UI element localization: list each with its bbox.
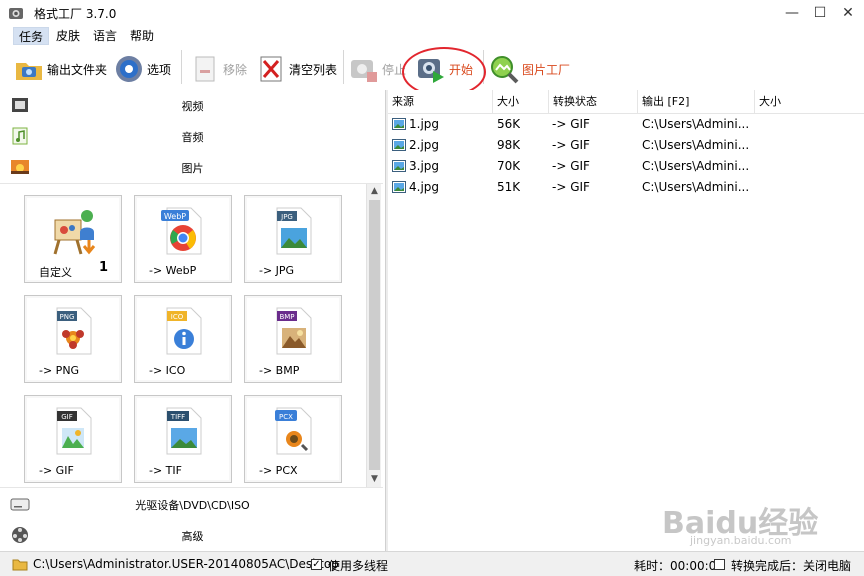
- tile-pcx[interactable]: PCX -> PCX: [244, 395, 342, 483]
- remove-icon: [195, 56, 215, 82]
- menu-task[interactable]: 任务: [13, 27, 50, 45]
- webp-icon: WebP: [161, 207, 202, 255]
- category-advanced[interactable]: 高级: [0, 520, 385, 550]
- bmp-icon: BMP: [276, 307, 312, 355]
- ico-icon: ICO: [166, 307, 202, 355]
- column-source[interactable]: 来源: [388, 90, 493, 114]
- menu-help[interactable]: 帮助: [125, 27, 159, 45]
- file-row[interactable]: 4.jpg 51K -> GIF C:\Users\Admini...: [388, 177, 864, 198]
- file-row[interactable]: 2.jpg 98K -> GIF C:\Users\Admini...: [388, 135, 864, 156]
- category-optical[interactable]: 光驱设备\DVD\CD\ISO: [0, 489, 385, 519]
- image-file-icon: [392, 118, 406, 130]
- gif-icon: GIF: [56, 407, 92, 455]
- svg-text:BMP: BMP: [279, 313, 294, 321]
- app-icon: [9, 8, 23, 19]
- column-status[interactable]: 转换状态: [549, 90, 638, 114]
- tile-png[interactable]: PNG -> PNG: [24, 295, 122, 383]
- after-conversion-checkbox[interactable]: [714, 559, 725, 570]
- svg-text:WebP: WebP: [164, 212, 186, 221]
- svg-text:GIF: GIF: [61, 413, 73, 421]
- magnifier-icon: [491, 56, 519, 84]
- file-row[interactable]: 1.jpg 56K -> GIF C:\Users\Admini...: [388, 114, 864, 135]
- file-list: 1.jpg 56K -> GIF C:\Users\Admini... 2.jp…: [388, 114, 864, 551]
- maximize-button[interactable]: ☐: [810, 4, 830, 22]
- toolbar-separator: [181, 50, 182, 84]
- category-audio[interactable]: 音频: [0, 121, 385, 151]
- remove-button[interactable]: 移除: [190, 52, 247, 86]
- clear-list-icon: [260, 56, 282, 82]
- scroll-down-arrow-icon[interactable]: ▼: [367, 472, 382, 487]
- category-panel: 视频 音频 图片 自定义 1 WebP -> WebP JPG -> JPG P…: [0, 90, 385, 551]
- jpg-icon: JPG: [276, 207, 312, 255]
- stop-icon: [351, 60, 377, 82]
- png-icon: PNG: [56, 307, 92, 355]
- tile-gif[interactable]: GIF -> GIF: [24, 395, 122, 483]
- picture-factory-button[interactable]: 图片工厂: [489, 52, 570, 86]
- column-output-size[interactable]: 大小: [755, 90, 864, 114]
- tile-webp[interactable]: WebP -> WebP: [134, 195, 232, 283]
- output-folder-icon: [16, 63, 42, 80]
- svg-text:PCX: PCX: [279, 413, 293, 421]
- clear-list-button[interactable]: 清空列表: [256, 52, 337, 86]
- file-row[interactable]: 3.jpg 70K -> GIF C:\Users\Admini...: [388, 156, 864, 177]
- tile-bmp[interactable]: BMP -> BMP: [244, 295, 342, 383]
- status-bar: C:\Users\Administrator.USER-20140805AC\D…: [0, 551, 864, 576]
- tile-ico[interactable]: ICO -> ICO: [134, 295, 232, 383]
- baidu-watermark-url: jingyan.baidu.com: [690, 534, 792, 547]
- close-button[interactable]: ✕: [838, 4, 858, 22]
- pcx-icon: PCX: [275, 407, 312, 455]
- column-size[interactable]: 大小: [493, 90, 549, 114]
- format-grid: 自定义 1 WebP -> WebP JPG -> JPG PNG -> PNG: [0, 183, 383, 488]
- image-file-icon: [392, 160, 406, 172]
- svg-text:ICO: ICO: [171, 313, 184, 321]
- elapsed-time: 耗时：00:00:00: [634, 559, 724, 573]
- svg-text:JPG: JPG: [280, 213, 293, 221]
- tile-jpg[interactable]: JPG -> JPG: [244, 195, 342, 283]
- image-file-icon: [392, 139, 406, 151]
- tif-icon: TIFF: [166, 407, 202, 455]
- menu-skin[interactable]: 皮肤: [51, 27, 85, 45]
- custom-icon: [53, 210, 96, 255]
- window-title: 格式工厂 3.7.0: [34, 7, 117, 21]
- options-button[interactable]: 选项: [114, 52, 171, 86]
- stop-button[interactable]: 停止: [349, 52, 406, 86]
- minimize-button[interactable]: —: [782, 4, 802, 22]
- menu-language[interactable]: 语言: [88, 27, 122, 45]
- toolbar-separator: [343, 50, 344, 84]
- multithread-checkbox[interactable]: ✓: [311, 559, 322, 570]
- output-folder-button[interactable]: 输出文件夹: [14, 52, 107, 86]
- output-path[interactable]: C:\Users\Administrator.USER-20140805AC\D…: [33, 557, 339, 571]
- svg-text:PNG: PNG: [60, 313, 75, 321]
- category-picture[interactable]: 图片: [0, 152, 385, 182]
- image-file-icon: [392, 181, 406, 193]
- title-bar: 格式工厂 3.7.0 — ☐ ✕: [0, 0, 864, 26]
- scroll-up-arrow-icon[interactable]: ▲: [367, 184, 382, 199]
- svg-text:TIFF: TIFF: [170, 413, 185, 421]
- list-header: 来源 大小 转换状态 输出 [F2] 大小: [388, 90, 864, 114]
- after-conversion-label: 转换完成后：关闭电脑: [731, 559, 852, 573]
- vertical-scrollbar[interactable]: ▲ ▼: [366, 184, 381, 487]
- options-gear-icon: [116, 56, 142, 82]
- folder-icon[interactable]: [12, 557, 28, 571]
- tile-tif[interactable]: TIFF -> TIF: [134, 395, 232, 483]
- scroll-thumb[interactable]: [369, 200, 380, 470]
- menu-bar: 任务 皮肤 语言 帮助: [0, 26, 864, 46]
- category-video[interactable]: 视频: [0, 90, 385, 120]
- multithread-label: 使用多线程: [328, 559, 389, 573]
- tile-custom[interactable]: 自定义 1: [24, 195, 122, 283]
- column-output[interactable]: 输出 [F2]: [638, 90, 755, 114]
